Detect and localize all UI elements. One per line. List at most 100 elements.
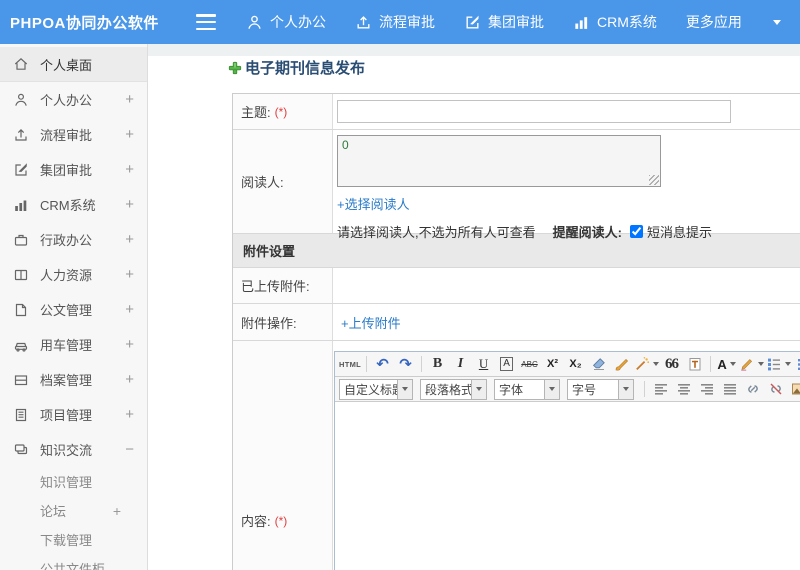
ordered-list-icon[interactable] xyxy=(766,354,792,374)
link-icon[interactable] xyxy=(742,379,763,399)
underline-button[interactable]: U xyxy=(473,354,494,374)
heading-style-select[interactable]: 自定义标题 xyxy=(339,378,413,400)
highlighter-icon[interactable] xyxy=(739,354,765,374)
briefcase-icon xyxy=(13,232,29,248)
menu-icon[interactable] xyxy=(196,14,216,30)
blockquote-button[interactable]: 66 xyxy=(661,354,682,374)
nav-more-apps[interactable]: 更多应用 xyxy=(686,12,742,32)
superscript-button[interactable]: X² xyxy=(542,354,563,374)
nav-group-approval[interactable]: 集团审批 xyxy=(464,12,544,32)
paste-text-icon[interactable] xyxy=(684,354,705,374)
expand-icon[interactable]: + xyxy=(125,371,134,388)
expand-icon[interactable]: + xyxy=(125,231,134,248)
sms-label: 短消息提示 xyxy=(646,225,712,240)
sidebar-subitem-knowledge-mgmt[interactable]: 知识管理 xyxy=(0,467,147,496)
page-title: 电子期刊信息发布 xyxy=(228,57,365,78)
subscript-button[interactable]: X₂ xyxy=(565,354,586,374)
content-row: 内容: (*) HTML ↶ ↷ B I U A ABC X² X₂ 66 A … xyxy=(233,341,800,570)
chevron-down-icon[interactable] xyxy=(772,19,781,25)
unordered-list-icon[interactable] xyxy=(793,354,800,374)
brush-icon[interactable] xyxy=(611,354,632,374)
align-justify-icon[interactable] xyxy=(719,379,740,399)
app-header: PHPOA协同办公软件 个人办公 流程审批 集团审批 CRM系统 更多应用 xyxy=(0,0,800,44)
eraser-icon[interactable] xyxy=(588,354,609,374)
car-icon xyxy=(13,337,29,353)
sidebar-item-workflow-approval[interactable]: 流程审批 + xyxy=(0,117,147,152)
bold-button[interactable]: B xyxy=(427,354,448,374)
sidebar-item-personal-office[interactable]: 个人办公 + xyxy=(0,82,147,117)
italic-button[interactable]: I xyxy=(450,354,471,374)
expand-icon[interactable]: + xyxy=(125,406,134,423)
content-top-strip xyxy=(148,44,800,56)
expand-icon[interactable]: + xyxy=(113,503,121,519)
align-center-icon[interactable] xyxy=(673,379,694,399)
sidebar-subitem-forum[interactable]: 论坛 + xyxy=(0,496,147,525)
nav-workflow-approval[interactable]: 流程审批 xyxy=(355,12,435,32)
font-style-button[interactable]: A xyxy=(496,354,517,374)
magic-wand-icon[interactable] xyxy=(634,354,660,374)
paragraph-format-select[interactable]: 段落格式 xyxy=(420,378,487,400)
person-icon xyxy=(246,14,263,31)
sidebar-item-archives[interactable]: 档案管理 + xyxy=(0,362,147,397)
uploaded-files-area xyxy=(333,268,800,303)
editor-toolbar-row1: HTML ↶ ↷ B I U A ABC X² X₂ 66 A xyxy=(335,352,800,377)
document-icon xyxy=(13,302,29,318)
nav-crm-system[interactable]: CRM系统 xyxy=(573,12,657,32)
sidebar-item-hr[interactable]: 人力资源 + xyxy=(0,257,147,292)
subject-input[interactable] xyxy=(337,100,731,123)
expand-icon[interactable]: + xyxy=(125,161,134,178)
image-icon[interactable] xyxy=(788,379,800,399)
font-family-select[interactable]: 字体 xyxy=(494,378,560,400)
toolbar-separator xyxy=(644,381,645,397)
sidebar-item-desktop[interactable]: 个人桌面 xyxy=(0,47,147,82)
upload-attachment-link[interactable]: +上传附件 xyxy=(341,313,401,332)
collapse-icon[interactable]: − xyxy=(125,441,134,458)
toolbar-separator xyxy=(366,356,368,372)
sidebar-subitem-public-cabinet[interactable]: 公共文件柜 xyxy=(0,554,147,570)
font-color-button[interactable]: A xyxy=(716,354,737,374)
chevron-down-icon xyxy=(758,362,765,366)
strikethrough-button[interactable]: ABC xyxy=(519,354,540,374)
sms-checkbox[interactable] xyxy=(629,225,643,238)
main-content: 电子期刊信息发布 主题: (*) 阅读人: 0 +选择阅读人 请选择阅读人,不选… xyxy=(148,44,800,570)
sidebar-item-knowledge-exchange[interactable]: 知识交流 − xyxy=(0,432,147,467)
nav-personal-office[interactable]: 个人办公 xyxy=(246,12,326,32)
expand-icon[interactable]: + xyxy=(125,126,134,143)
expand-icon[interactable]: + xyxy=(125,196,134,213)
chevron-down-icon xyxy=(476,387,482,391)
readers-hint: 请选择阅读人,不选为所有人可查看 xyxy=(337,225,536,240)
sidebar-subitem-download-mgmt[interactable]: 下载管理 xyxy=(0,525,147,554)
sidebar-item-documents[interactable]: 公文管理 + xyxy=(0,292,147,327)
sidebar-item-vehicles[interactable]: 用车管理 + xyxy=(0,327,147,362)
sidebar-item-projects[interactable]: 项目管理 + xyxy=(0,397,147,432)
expand-icon[interactable]: + xyxy=(125,91,134,108)
font-size-select[interactable]: 字号 xyxy=(567,378,634,400)
person-icon xyxy=(13,92,29,108)
html-source-button[interactable]: HTML xyxy=(339,354,361,374)
edit-icon xyxy=(13,162,29,178)
align-right-icon[interactable] xyxy=(696,379,717,399)
readers-textarea[interactable]: 0 xyxy=(337,135,661,187)
rich-text-editor: HTML ↶ ↷ B I U A ABC X² X₂ 66 A 自定义标 段落格… xyxy=(334,351,800,570)
chat-icon xyxy=(13,442,29,458)
resize-grip[interactable] xyxy=(649,175,659,185)
sidebar-item-admin-office[interactable]: 行政办公 + xyxy=(0,222,147,257)
flow-icon xyxy=(355,14,372,31)
select-readers-link[interactable]: +选择阅读人 xyxy=(337,194,410,213)
redo-icon[interactable]: ↷ xyxy=(395,354,416,374)
align-left-icon[interactable] xyxy=(650,379,671,399)
publish-form: 主题: (*) 阅读人: 0 +选择阅读人 请选择阅读人,不选为所有人可查看 提… xyxy=(232,93,800,570)
unlink-icon[interactable] xyxy=(765,379,786,399)
readers-value: 0 xyxy=(342,138,349,152)
expand-icon[interactable]: + xyxy=(125,336,134,353)
undo-icon[interactable]: ↶ xyxy=(372,354,393,374)
sidebar-item-group-approval[interactable]: 集团审批 + xyxy=(0,152,147,187)
expand-icon[interactable]: + xyxy=(125,266,134,283)
expand-icon[interactable]: + xyxy=(125,301,134,318)
chart-icon xyxy=(573,14,590,31)
sidebar-item-crm[interactable]: CRM系统 + xyxy=(0,187,147,222)
remind-readers-label: 提醒阅读人: xyxy=(552,225,622,240)
editor-content-area[interactable] xyxy=(335,402,800,570)
app-logo: PHPOA协同办公软件 xyxy=(10,14,159,32)
subject-label: 主题: (*) xyxy=(233,94,333,129)
